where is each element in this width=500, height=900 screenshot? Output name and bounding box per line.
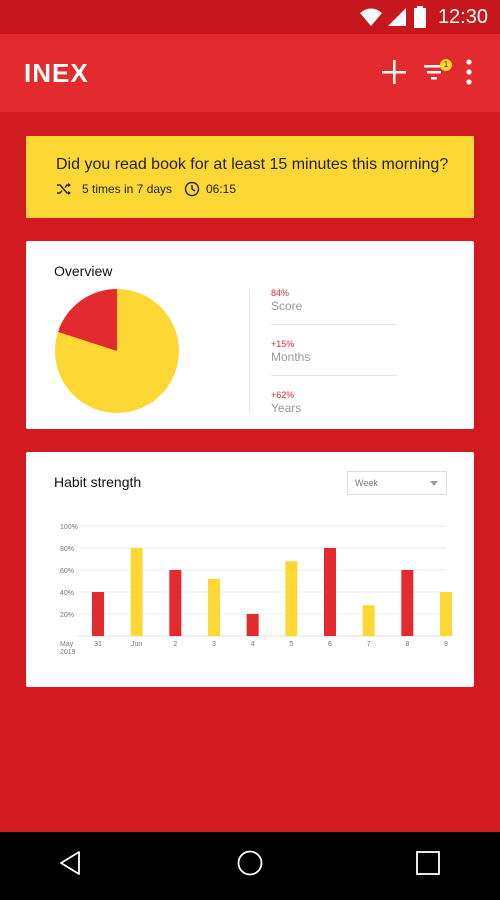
bar — [440, 592, 452, 636]
stat-divider — [271, 324, 397, 325]
y-tick-label: 40% — [60, 590, 74, 597]
bar — [169, 570, 182, 636]
shuffle-icon — [57, 183, 71, 195]
signal-icon — [388, 8, 406, 26]
stat-label: Months — [271, 350, 311, 364]
y-tick-label: 80% — [60, 546, 74, 553]
x-tick-label: 6 — [328, 641, 332, 648]
x-tick-label: 8 — [405, 641, 409, 648]
wifi-icon — [360, 8, 382, 26]
bar — [324, 548, 336, 636]
clock-icon — [184, 181, 200, 197]
x-tick-label: 31 — [94, 641, 102, 648]
chevron-down-icon — [430, 481, 438, 486]
app-bar: INEX 1 — [0, 34, 500, 112]
status-time: 12:30 — [437, 6, 488, 28]
plus-icon[interactable] — [381, 59, 407, 85]
overview-card: Overview 84% Score +15% Months +62% Year… — [26, 241, 474, 429]
x-tick-label: 5 — [289, 641, 293, 648]
y-tick-label: 20% — [60, 612, 74, 619]
overview-pie-chart — [55, 289, 179, 413]
y-tick-label: 100% — [60, 524, 78, 531]
stat-years: +62% Years — [271, 390, 397, 428]
bar — [362, 605, 375, 636]
overview-title: Overview — [54, 263, 113, 279]
bar — [246, 614, 259, 636]
stat-score: 84% Score — [271, 288, 397, 326]
habit-frequency: 5 times in 7 days — [82, 182, 173, 196]
bar — [208, 578, 220, 636]
period-select-value: Week — [355, 478, 378, 488]
x-sublabel: 2019 — [60, 649, 76, 656]
habit-strength-title: Habit strength — [54, 474, 142, 490]
habit-question-card[interactable]: Did you read book for at least 15 minute… — [26, 136, 474, 218]
x-tick-label: 9 — [444, 641, 448, 648]
more-vert-icon[interactable] — [462, 58, 476, 86]
stat-label: Score — [271, 299, 303, 313]
x-sublabel: May — [60, 641, 74, 648]
filter-badge: 1 — [440, 59, 452, 71]
stat-months: +15% Months — [271, 339, 397, 377]
x-tick-label: Jun — [131, 641, 142, 648]
habit-question-text: Did you read book for at least 15 minute… — [56, 156, 449, 173]
y-tick-label: 60% — [60, 568, 74, 575]
x-tick-label: 3 — [212, 641, 216, 648]
app-logo: INEX — [24, 58, 88, 92]
logo-text: INEX — [24, 58, 89, 88]
x-tick-label: 7 — [367, 641, 371, 648]
back-icon[interactable] — [58, 850, 82, 876]
habit-strength-chart: 100% 80% 60% 40% 20% 31 Jun 2 3 4 5 6 7 8 9 May2019 — [60, 524, 452, 656]
stat-value: 84% — [271, 288, 290, 298]
bar — [130, 548, 143, 636]
bar — [285, 561, 298, 636]
x-tick-label: 4 — [251, 641, 255, 648]
x-tick-label: 2 — [173, 641, 177, 648]
habit-strength-card: Habit strength Week 100% 80% 60% 40% 20% 31 Ju… — [26, 452, 474, 687]
system-nav-bar — [0, 832, 500, 900]
home-icon[interactable] — [237, 850, 263, 876]
stat-value: +15% — [271, 339, 295, 349]
stat-label: Years — [271, 401, 302, 415]
bar — [401, 570, 414, 636]
period-select[interactable]: Week — [347, 471, 447, 495]
bar — [92, 592, 104, 636]
stat-divider — [271, 375, 397, 376]
status-bar: 12:30 — [0, 0, 500, 34]
recents-icon[interactable] — [415, 850, 441, 876]
overview-divider — [249, 289, 250, 413]
habit-reminder-time: 06:15 — [206, 182, 237, 196]
battery-icon — [414, 6, 426, 28]
stat-value: +62% — [271, 390, 295, 400]
